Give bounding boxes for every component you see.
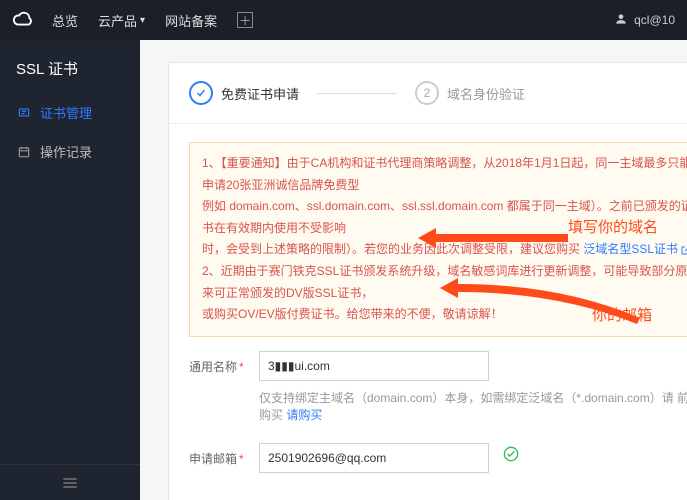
- notice-line-2b: 或购买OV/EV版付费证书。给您带来的不便，敬请谅解！: [202, 304, 687, 326]
- notice-line-1a: 1、【重要通知】由于CA机构和证书代理商策略调整，从2018年1月1日起，同一主…: [202, 153, 687, 196]
- step-1: 免费证书申请: [189, 81, 299, 105]
- step-2-num: 2: [415, 81, 439, 105]
- valid-check-icon: [503, 446, 519, 462]
- step-divider: [317, 93, 397, 94]
- sidebar-item-label: 操作记录: [40, 142, 92, 161]
- step-2-label: 域名身份验证: [447, 84, 525, 103]
- nav-overview[interactable]: 总览: [52, 11, 78, 30]
- step-2: 2 域名身份验证: [415, 81, 525, 105]
- cloud-logo-icon: [12, 9, 34, 31]
- domain-input[interactable]: [259, 351, 489, 381]
- email-label: 申请邮箱*: [189, 443, 259, 467]
- user-label: qcl@10: [634, 13, 675, 27]
- sidebar-title: SSL 证书: [0, 58, 140, 93]
- sidebar-item-cert-manage[interactable]: 证书管理: [0, 93, 140, 132]
- caret-down-icon: ▾: [140, 15, 145, 26]
- email-input[interactable]: [259, 443, 489, 473]
- sidebar-item-label: 证书管理: [40, 103, 92, 122]
- domain-label: 通用名称*: [189, 351, 259, 375]
- notice-line-2: 2、近期由于赛门铁克SSL证书颁发系统升级，域名敏感词库进行更新调整，可能导致部…: [202, 261, 687, 304]
- add-menu-button[interactable]: ＋: [237, 12, 253, 28]
- step-indicator: 免费证书申请 2 域名身份验证: [169, 63, 687, 124]
- notice-line-1c: 时，会受到上述策略的限制）。若您的业务因此次调整受限，建议您购买: [202, 242, 580, 256]
- notice-line-1b: 例如 domain.com、ssl.domain.com、ssl.ssl.dom…: [202, 196, 687, 239]
- notice-link-wildcard[interactable]: 泛域名型SSL证书: [583, 239, 687, 261]
- domain-buy-link[interactable]: 请购买: [286, 408, 322, 422]
- calendar-icon: [16, 145, 32, 159]
- sidebar-item-history[interactable]: 操作记录: [0, 132, 140, 171]
- user-icon: [614, 12, 628, 29]
- certificate-icon: [16, 106, 32, 120]
- sidebar-collapse-button[interactable]: [0, 464, 140, 500]
- user-menu[interactable]: qcl@10: [614, 12, 675, 29]
- nav-products-label: 云产品: [98, 11, 137, 30]
- notice-banner: 1、【重要通知】由于CA机构和证书代理商策略调整，从2018年1月1日起，同一主…: [189, 142, 687, 337]
- nav-beian[interactable]: 网站备案: [165, 11, 217, 30]
- domain-hint: 仅支持绑定主域名（domain.com）本身，如需绑定泛域名（*.domain.…: [259, 389, 687, 423]
- step-1-label: 免费证书申请: [221, 84, 299, 103]
- nav-products[interactable]: 云产品 ▾: [98, 11, 145, 30]
- check-icon: [189, 81, 213, 105]
